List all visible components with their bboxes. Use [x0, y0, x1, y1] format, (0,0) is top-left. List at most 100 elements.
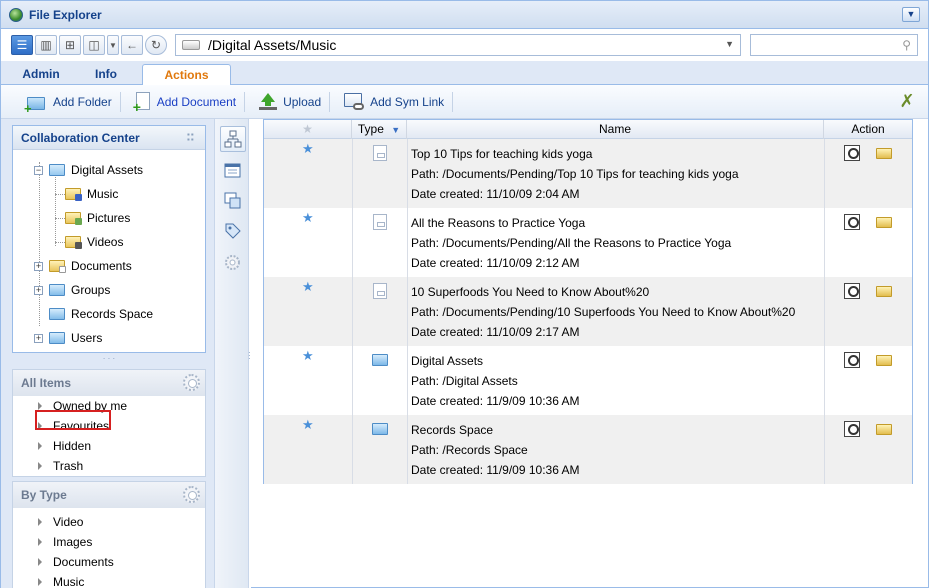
list-item-music[interactable]: Music: [13, 572, 84, 588]
item-name[interactable]: Top 10 Tips for teaching kids yoga: [411, 144, 592, 164]
preview-icon[interactable]: [224, 192, 241, 209]
table-row[interactable]: ★ Digital Assets Path: /Digital Assets D…: [264, 346, 912, 415]
favourite-star-icon[interactable]: ★: [302, 348, 314, 364]
gear-icon[interactable]: [183, 486, 200, 503]
search-icon[interactable]: ⚲: [902, 38, 911, 52]
add-folder-label: Add Folder: [53, 94, 112, 109]
add-folder-button[interactable]: + Add Folder: [1, 90, 120, 116]
expand-node-icon[interactable]: +: [34, 261, 43, 271]
expand-node-icon[interactable]: +: [34, 285, 43, 295]
item-name[interactable]: Digital Assets: [411, 351, 483, 371]
search-input[interactable]: ⚲: [750, 34, 918, 56]
view-details-icon[interactable]: [844, 214, 860, 230]
favourite-star-icon[interactable]: ★: [302, 279, 314, 295]
view-details-icon[interactable]: [844, 352, 860, 368]
panel-splitter[interactable]: · · ·: [12, 355, 206, 363]
tree-item-records-space[interactable]: Records Space: [49, 304, 153, 324]
open-folder-icon[interactable]: [876, 286, 892, 297]
thumbnail-view-button[interactable]: ⊞: [59, 35, 81, 55]
favourite-column-header[interactable]: ★: [264, 120, 352, 139]
favourite-star-icon[interactable]: ★: [302, 141, 314, 157]
vertical-splitter[interactable]: · · ·: [248, 349, 251, 363]
view-details-icon[interactable]: [844, 283, 860, 299]
item-name[interactable]: 10 Superfoods You Need to Know About%20: [411, 282, 649, 302]
favourite-star-icon[interactable]: ★: [302, 210, 314, 226]
tree-item-pictures[interactable]: Pictures: [65, 208, 130, 228]
open-folder-icon[interactable]: [876, 148, 892, 159]
list-item-label: Images: [53, 535, 93, 549]
column-divider: [824, 415, 825, 484]
tab-admin[interactable]: Admin: [11, 64, 71, 85]
triangle-right-icon: [38, 462, 42, 470]
settings-gear-icon[interactable]: [224, 254, 241, 271]
favourite-star-icon[interactable]: ★: [302, 417, 314, 433]
open-folder-icon[interactable]: [876, 424, 892, 435]
name-column-header[interactable]: Name: [407, 120, 824, 139]
table-row[interactable]: ★ All the Reasons to Practice Yoga Path:…: [264, 208, 912, 277]
triangle-right-icon: [38, 442, 42, 450]
list-item-images[interactable]: Images: [13, 532, 92, 552]
list-item-hidden[interactable]: Hidden: [13, 436, 91, 456]
path-dropdown-icon[interactable]: ▼: [725, 39, 734, 49]
table-row[interactable]: ★ 10 Superfoods You Need to Know About%2…: [264, 277, 912, 346]
action-column-header[interactable]: Action: [824, 120, 912, 139]
tree-item-documents[interactable]: + Documents: [34, 256, 132, 276]
item-name[interactable]: All the Reasons to Practice Yoga: [411, 213, 585, 233]
table-row[interactable]: ★ Top 10 Tips for teaching kids yoga Pat…: [264, 139, 912, 208]
grip-icon[interactable]: ▪▪ ▪▪: [187, 131, 197, 144]
tab-info[interactable]: Info: [76, 64, 136, 85]
columns-view-button[interactable]: ◫: [83, 35, 105, 55]
column-divider: [407, 208, 408, 277]
list-item-label: Music: [53, 575, 85, 588]
hierarchy-icon[interactable]: [220, 126, 246, 152]
type-column-label: Type: [357, 122, 384, 136]
collapse-node-icon[interactable]: −: [34, 165, 43, 175]
tree-item-label: Users: [71, 331, 103, 345]
tree-item-label: Digital Assets: [71, 163, 144, 177]
view-options-dropdown[interactable]: ▼: [107, 35, 119, 55]
filmstrip-view-button[interactable]: ▥: [35, 35, 57, 55]
properties-icon[interactable]: [224, 162, 241, 179]
gear-icon[interactable]: [183, 374, 200, 391]
tab-actions[interactable]: Actions: [142, 64, 231, 85]
table-row[interactable]: ★ Records Space Path: /Records Space Dat…: [264, 415, 912, 484]
tree-item-users[interactable]: + Users: [34, 328, 102, 348]
view-details-icon[interactable]: [844, 145, 860, 161]
tree-item-music[interactable]: Music: [65, 184, 118, 204]
upload-button[interactable]: Upload: [245, 90, 329, 114]
left-panel: Collaboration Center ▪▪ ▪▪ − Digital Asse…: [1, 119, 214, 588]
refresh-button[interactable]: ↻: [145, 35, 167, 55]
collapse-window-button[interactable]: ▼: [902, 7, 920, 22]
add-document-button[interactable]: + Add Document: [121, 90, 244, 115]
add-sym-link-button[interactable]: Add Sym Link: [330, 90, 452, 114]
by-type-title: By Type: [21, 488, 67, 502]
item-name[interactable]: Records Space: [411, 420, 493, 440]
tree-item-label: Videos: [87, 235, 124, 249]
tree-item-groups[interactable]: + Groups: [34, 280, 110, 300]
tree-item-label: Pictures: [87, 211, 131, 225]
back-button[interactable]: ←: [121, 35, 143, 55]
list-item-video[interactable]: Video: [13, 512, 83, 532]
column-divider: [407, 139, 408, 208]
column-divider: [352, 139, 353, 208]
open-folder-icon[interactable]: [876, 355, 892, 366]
tag-icon[interactable]: [224, 222, 241, 239]
tools-icon[interactable]: ✗: [896, 90, 918, 112]
music-folder-icon: [65, 188, 82, 201]
column-divider: [352, 277, 353, 346]
type-column-header[interactable]: Type ▼: [352, 120, 407, 139]
collaboration-center-header: Collaboration Center ▪▪ ▪▪: [13, 126, 205, 150]
list-item-documents[interactable]: Documents: [13, 552, 114, 572]
expand-node-icon[interactable]: +: [34, 333, 43, 343]
grid-header: ★ Type ▼ Name Action: [264, 120, 912, 139]
detail-view-button[interactable]: ☰: [11, 35, 33, 55]
globe-icon: [9, 7, 23, 22]
open-folder-icon[interactable]: [876, 217, 892, 228]
tree-item-digital-assets[interactable]: − Digital Assets: [34, 160, 143, 180]
path-field[interactable]: /Digital Assets/Music ▼: [175, 34, 741, 56]
tree-item-label: Groups: [71, 283, 111, 297]
tree-item-videos[interactable]: Videos: [65, 232, 123, 252]
side-tool-strip-inner: [215, 119, 249, 588]
list-item-trash[interactable]: Trash: [13, 456, 83, 476]
view-details-icon[interactable]: [844, 421, 860, 437]
